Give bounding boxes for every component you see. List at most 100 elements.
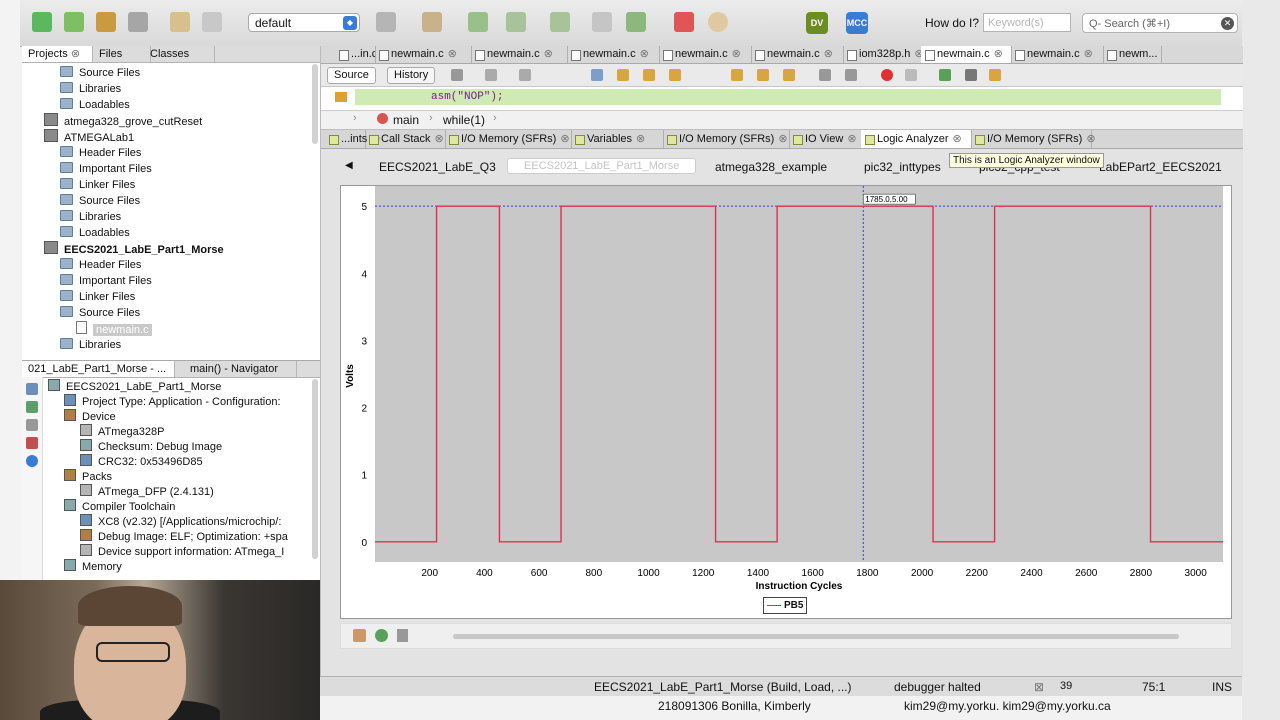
close-icon[interactable]: ⊠ xyxy=(1034,680,1044,694)
reset-icon[interactable] xyxy=(592,12,612,32)
dashboard-item[interactable]: Compiler Toolchain xyxy=(64,499,175,515)
tab-navigator[interactable]: main() - Navigator xyxy=(184,361,297,377)
file-tab[interactable]: ...in.c⊗ xyxy=(335,46,376,63)
projects-scrollbar[interactable] xyxy=(312,64,318,144)
code-line[interactable]: asm("NOP"); xyxy=(355,89,1221,105)
tab-classes[interactable]: Classes xyxy=(144,46,215,62)
close-icon[interactable]: ⊗ xyxy=(732,48,741,60)
back-icon[interactable] xyxy=(485,69,497,81)
close-icon[interactable]: ⊗ xyxy=(435,133,444,145)
output-tab[interactable]: I/O Memory (SFRs) ⊗ xyxy=(971,130,1096,148)
clear-search-icon[interactable]: ✕ xyxy=(1221,17,1234,30)
source-button[interactable]: Source xyxy=(327,67,376,84)
project-tree-item[interactable]: Libraries xyxy=(60,209,121,225)
subtab-q3[interactable]: EECS2021_LabE_Q3 xyxy=(379,160,496,174)
find-next-icon[interactable] xyxy=(643,69,655,81)
project-tree-item[interactable]: Source Files xyxy=(60,305,140,321)
dashboard-item[interactable]: Project Type: Application - Configuratio… xyxy=(64,394,281,410)
dashboard-item[interactable]: Device support information: ATmega_I xyxy=(80,544,284,560)
build-icon[interactable] xyxy=(376,12,396,32)
navigator-scrollbar[interactable] xyxy=(312,379,318,559)
new-project-icon[interactable] xyxy=(64,12,84,32)
refresh-icon[interactable] xyxy=(26,401,38,413)
close-icon[interactable]: ⊗ xyxy=(1084,48,1093,60)
dashboard-item[interactable]: CRC32: 0x53496D85 xyxy=(80,454,203,470)
output-tab[interactable]: ...ints⊗ xyxy=(325,130,381,148)
dashboard-item[interactable]: Packs xyxy=(64,469,112,485)
project-tree-item[interactable]: Source Files xyxy=(60,65,140,81)
dashboard-item[interactable]: ATmega_DFP (2.4.131) xyxy=(80,484,214,500)
file-tab[interactable]: newmain.c ⊗ xyxy=(1011,46,1104,63)
shift-right-icon[interactable] xyxy=(845,69,857,81)
close-icon[interactable]: ⊗ xyxy=(824,48,833,60)
chip-icon[interactable] xyxy=(26,419,38,431)
file-tab[interactable]: newmain.c ⊗ xyxy=(659,46,752,63)
project-tree-item[interactable]: EECS2021_LabE_Part1_Morse xyxy=(44,241,224,257)
project-tree-item[interactable]: ATMEGALab1 xyxy=(44,129,134,145)
close-icon[interactable]: ⊗ xyxy=(71,48,80,60)
dashboard-item[interactable]: Memory xyxy=(64,559,122,575)
stop-macro-icon[interactable] xyxy=(905,69,917,81)
dashboard-item[interactable]: Debug Image: ELF; Optimization: +spa xyxy=(80,529,288,545)
subtab-pic32-inttypes[interactable]: pic32_inttypes xyxy=(864,160,941,174)
file-tab[interactable]: iom328p.h⊗ xyxy=(843,46,922,63)
refresh-icon[interactable] xyxy=(375,629,388,642)
comment-icon[interactable] xyxy=(939,69,951,81)
dashboard-item[interactable]: EECS2021_LabE_Part1_Morse xyxy=(48,379,221,395)
shift-left-icon[interactable] xyxy=(819,69,831,81)
pdf-icon[interactable] xyxy=(26,437,38,449)
project-tree-item[interactable]: Libraries xyxy=(60,337,121,353)
file-tab[interactable]: newm...⊗ xyxy=(1103,46,1162,63)
undo-icon[interactable] xyxy=(170,12,190,32)
help-icon[interactable] xyxy=(26,455,38,467)
file-tab[interactable]: newmain.c ⊗ xyxy=(567,46,660,63)
record-macro-icon[interactable] xyxy=(881,69,893,81)
run-icon[interactable] xyxy=(468,12,488,32)
project-tree-item[interactable]: Source Files xyxy=(60,193,140,209)
clean-build-icon[interactable] xyxy=(422,12,442,32)
close-icon[interactable]: ⊗ xyxy=(994,48,1003,60)
mcc-badge[interactable]: MCC xyxy=(846,12,868,34)
subtab-part1-morse[interactable]: EECS2021_LabE_Part1_Morse xyxy=(507,158,697,174)
project-tree-item[interactable]: Loadables xyxy=(60,225,130,241)
trash-icon[interactable] xyxy=(397,629,408,642)
close-icon[interactable]: ⊗ xyxy=(1086,133,1095,145)
tab-projects[interactable]: Projects ⊗ xyxy=(22,46,93,62)
project-tree-item[interactable]: Loadables xyxy=(60,97,130,113)
next-bookmark-icon[interactable] xyxy=(783,69,795,81)
redo-icon[interactable] xyxy=(202,12,222,32)
pause-icon[interactable] xyxy=(708,12,728,32)
analyzer-scrollbar[interactable] xyxy=(453,634,1179,639)
file-tab[interactable]: newmain.c ⊗ xyxy=(375,46,472,63)
project-properties-icon[interactable] xyxy=(26,383,38,395)
uncomment-icon[interactable] xyxy=(965,69,977,81)
output-tab[interactable]: I/O Memory (SFRs) ⊗ xyxy=(445,130,572,148)
project-tree-item[interactable]: Important Files xyxy=(60,161,152,177)
save-all-icon[interactable] xyxy=(128,12,148,32)
program-device-icon[interactable] xyxy=(550,12,570,32)
project-tree-item[interactable]: Libraries xyxy=(60,81,121,97)
close-icon[interactable]: ⊗ xyxy=(544,48,553,60)
file-tab[interactable]: newmain.c ⊗ xyxy=(921,46,1012,63)
scroll-left-icon[interactable]: ◀ xyxy=(345,160,353,171)
dv-badge[interactable]: DV xyxy=(806,12,828,34)
project-tree-item[interactable]: Header Files xyxy=(60,145,141,161)
subtab-atmega328-example[interactable]: atmega328_example xyxy=(715,160,827,174)
close-icon[interactable]: ⊗ xyxy=(640,48,649,60)
project-tree-item[interactable]: Linker Files xyxy=(60,177,135,193)
tab-project-dashboard[interactable]: 021_LabE_Part1_Morse - ... xyxy=(22,361,175,377)
open-project-icon[interactable] xyxy=(96,12,116,32)
dashboard-item[interactable]: Checksum: Debug Image xyxy=(80,439,222,455)
find-previous-icon[interactable] xyxy=(617,69,629,81)
project-tree-item[interactable]: Header Files xyxy=(60,257,141,273)
project-tree-item[interactable]: newmain.c xyxy=(76,321,152,337)
dashboard-item[interactable]: Device xyxy=(64,409,116,425)
project-tree-item[interactable]: Important Files xyxy=(60,273,152,289)
file-tab[interactable]: newmain.c ⊗ xyxy=(751,46,844,63)
file-tab[interactable]: newmain.c ⊗ xyxy=(471,46,568,63)
close-icon[interactable]: ⊗ xyxy=(953,133,962,145)
tools-icon[interactable] xyxy=(353,629,366,642)
step-icon[interactable] xyxy=(626,12,646,32)
history-button[interactable]: History xyxy=(387,67,436,84)
search-input[interactable]: Q- Search (⌘+I) ✕ xyxy=(1082,13,1238,33)
